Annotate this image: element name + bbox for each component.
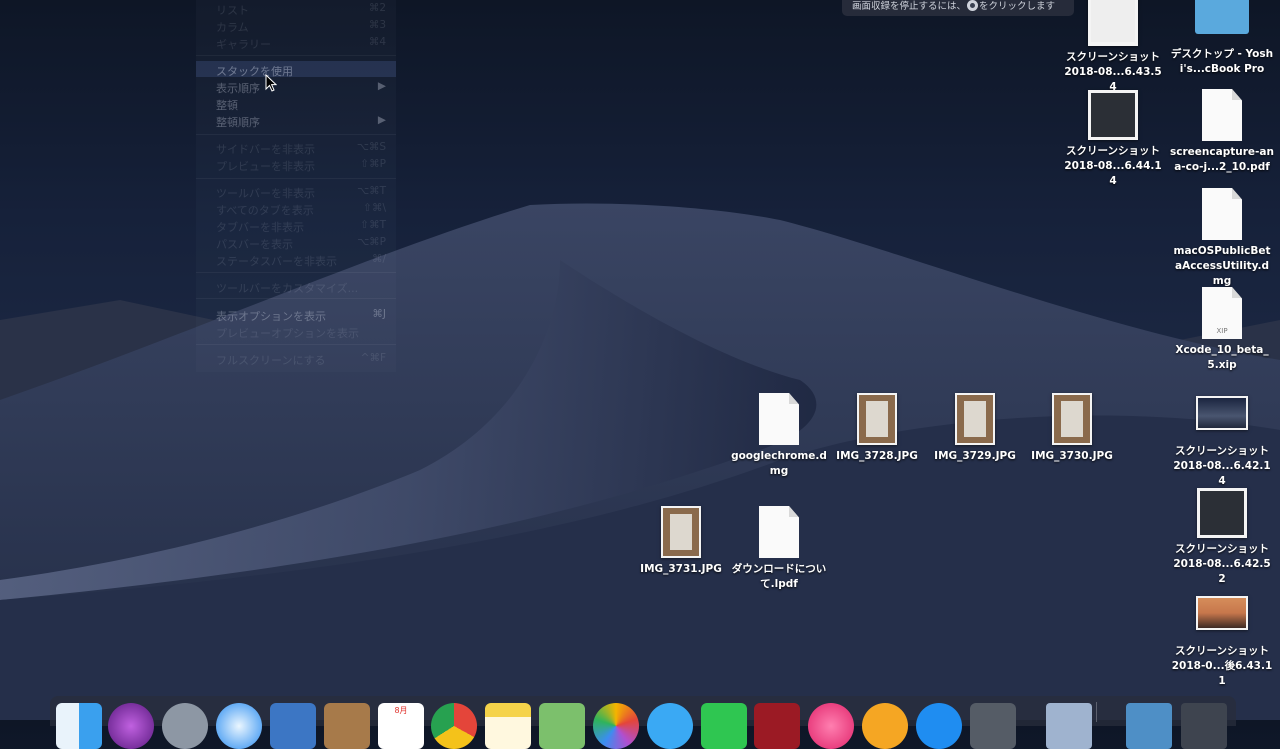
desktop-icon-dmg[interactable]: macOSPublicBetaAccessUtility.dmg <box>1170 188 1274 289</box>
desktop-icon-screenshot[interactable]: スクリーンショット 2018-0...後6.43.11 <box>1170 596 1274 689</box>
pdf-document-icon <box>759 506 799 558</box>
disk-image-icon <box>1202 188 1242 240</box>
siri-icon[interactable] <box>108 703 154 749</box>
notes-icon[interactable] <box>485 703 531 749</box>
menu-item-gallery[interactable]: ギャラリー ⌘4 <box>216 36 386 52</box>
desktop-icon-screenshot[interactable]: スクリーンショット 2018-08...6.44.14 <box>1061 90 1165 189</box>
desktop-icon-folder[interactable]: デスクトップ - Yoshi's...cBook Pro <box>1170 0 1274 77</box>
photo-booth-icon[interactable] <box>754 703 800 749</box>
launchpad-icon[interactable] <box>162 703 208 749</box>
menu-item-show-preview-options[interactable]: プレビューオプションを表示 <box>216 325 386 341</box>
pdf-document-icon <box>1202 89 1242 141</box>
menu-item-hide-tab-bar[interactable]: タブバーを非表示 ⇧⌘T <box>216 219 386 235</box>
menu-item-use-stacks[interactable]: スタックを使用 <box>216 63 386 79</box>
menu-item-show-path-bar[interactable]: パスバーを表示 ⌥⌘P <box>216 236 386 252</box>
desktop-icon-screenshot[interactable]: スクリーンショット 2018-08...6.43.54 <box>1061 0 1165 95</box>
downloads-folder-icon[interactable] <box>1126 703 1172 749</box>
archive-icon: XIP <box>1202 287 1242 339</box>
desktop-icon-dmg[interactable]: googlechrome.dmg <box>727 393 831 479</box>
view-menu: リスト ⌘2 カラム ⌘3 ギャラリー ⌘4 スタックを使用 表示順序 ▶ 整頓 整頓順… <box>196 0 396 372</box>
stop-record-icon[interactable] <box>967 0 979 11</box>
disk-image-icon <box>759 393 799 445</box>
menu-item-customize-toolbar[interactable]: ツールバーをカスタマイズ... <box>216 280 386 296</box>
screen-recording-notice: 画面収録を停止するには、 をクリックします <box>842 0 1074 16</box>
maps-icon[interactable] <box>539 703 585 749</box>
menu-item-enter-full-screen[interactable]: フルスクリーンにする ^⌘F <box>216 352 386 368</box>
desktop-icon-xip[interactable]: XIP Xcode_10_beta_5.xip <box>1170 287 1274 373</box>
contacts-icon[interactable] <box>324 703 370 749</box>
menu-item-hide-status-bar[interactable]: ステータスバーを非表示 ⌘/ <box>216 253 386 269</box>
system-preferences-icon[interactable] <box>970 703 1016 749</box>
desktop-icon-image[interactable]: IMG_3729.JPG <box>923 393 1027 464</box>
mouse-cursor-icon <box>265 74 277 92</box>
menu-item-sort-by[interactable]: 表示順序 ▶ <box>216 80 386 96</box>
calendar-icon[interactable]: 8月 <box>378 703 424 749</box>
photos-icon[interactable] <box>593 703 639 749</box>
menu-item-hide-sidebar[interactable]: サイドバーを非表示 ⌥⌘S <box>216 141 386 157</box>
chrome-icon[interactable] <box>431 703 477 749</box>
menu-item-show-all-tabs[interactable]: すべてのタブを表示 ⇧⌘\ <box>216 202 386 218</box>
books-icon[interactable] <box>862 703 908 749</box>
finder-icon[interactable] <box>56 703 102 749</box>
itunes-icon[interactable] <box>808 703 854 749</box>
desktop-icon-image[interactable]: IMG_3728.JPG <box>825 393 929 464</box>
trash-icon[interactable] <box>1181 703 1227 749</box>
menu-item-clean-up[interactable]: 整頓 <box>216 97 386 113</box>
desktop-icon-image[interactable]: IMG_3730.JPG <box>1020 393 1124 464</box>
folder-icon <box>1195 0 1249 34</box>
desktop-icon-image[interactable]: IMG_3731.JPG <box>629 506 733 577</box>
desktop-icon-pdf[interactable]: ダウンロードについて.lpdf <box>727 506 831 592</box>
menu-item-show-view-options[interactable]: 表示オプションを表示 ⌘J <box>216 308 386 324</box>
menu-item-list[interactable]: リスト ⌘2 <box>216 2 386 18</box>
dock-separator <box>1096 702 1097 722</box>
menu-item-clean-up-by[interactable]: 整頓順序 ▶ <box>216 114 386 130</box>
desktop-icon-screenshot[interactable]: スクリーンショット 2018-08...6.42.52 <box>1170 488 1274 587</box>
facetime-icon[interactable] <box>701 703 747 749</box>
menu-item-hide-toolbar[interactable]: ツールバーを非表示 ⌥⌘T <box>216 185 386 201</box>
menu-item-column[interactable]: カラム ⌘3 <box>216 19 386 35</box>
mail-icon[interactable] <box>270 703 316 749</box>
safari-icon[interactable] <box>216 703 262 749</box>
preview-icon[interactable] <box>1046 703 1092 749</box>
messages-icon[interactable] <box>647 703 693 749</box>
desktop-icon-screenshot[interactable]: スクリーンショット 2018-08...6.42.14 <box>1170 396 1274 489</box>
app-store-icon[interactable] <box>916 703 962 749</box>
desktop-icon-pdf[interactable]: screencapture-ana-co-j...2_10.pdf <box>1170 89 1274 175</box>
menu-item-hide-preview[interactable]: プレビューを非表示 ⇧⌘P <box>216 158 386 174</box>
